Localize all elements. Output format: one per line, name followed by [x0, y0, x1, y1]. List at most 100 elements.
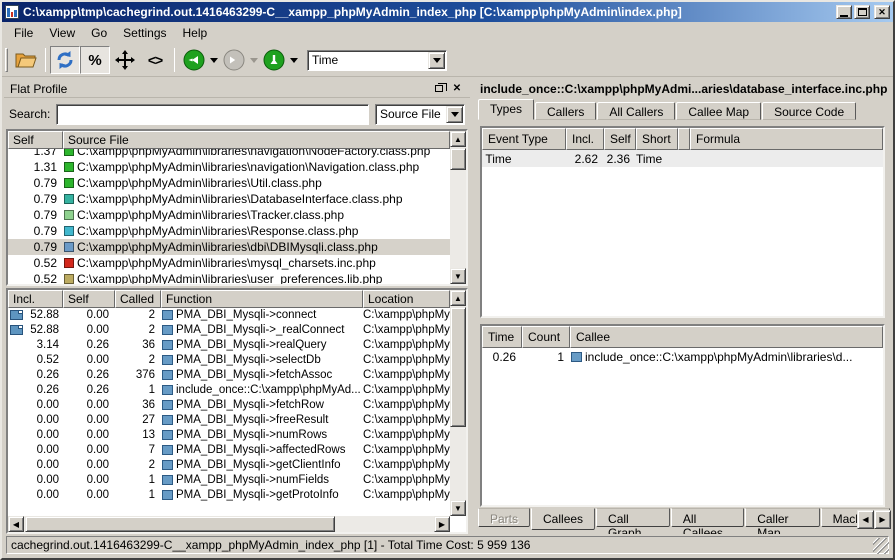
- callee-row[interactable]: 0.261include_once::C:\xampp\phpMyAdmin\l…: [482, 348, 883, 365]
- title-bar[interactable]: C:\xampp\tmp\cachegrind.out.1416463299-C…: [2, 2, 893, 22]
- dock-float-button[interactable]: [432, 82, 446, 95]
- tab-callers[interactable]: Callers: [535, 102, 596, 120]
- combo-dropdown-button[interactable]: [446, 106, 463, 123]
- tab-source-code[interactable]: Source Code: [762, 102, 856, 120]
- source-file-row[interactable]: 0.52C:\xampp\phpMyAdmin\libraries\mysql_…: [8, 255, 450, 271]
- column-header-location[interactable]: Location: [363, 290, 450, 308]
- column-header-function[interactable]: Function: [161, 290, 363, 308]
- source-file-row[interactable]: 1.31C:\xampp\phpMyAdmin\libraries\naviga…: [8, 159, 450, 175]
- back-button[interactable]: [179, 46, 209, 74]
- dock-layout-button[interactable]: [110, 46, 140, 74]
- menu-item-view[interactable]: View: [41, 24, 83, 42]
- tab-types[interactable]: Types: [478, 99, 534, 120]
- grouping-combobox[interactable]: Source File: [375, 104, 465, 125]
- column-header-incl[interactable]: Incl.: [566, 128, 604, 150]
- source-file-row[interactable]: 0.79C:\xampp\phpMyAdmin\libraries\Respon…: [8, 223, 450, 239]
- search-input[interactable]: [56, 104, 369, 125]
- maximize-button[interactable]: [854, 5, 870, 19]
- function-vscrollbar[interactable]: ▲ ▼: [450, 290, 466, 516]
- source-file-row[interactable]: 0.79C:\xampp\phpMyAdmin\libraries\Tracke…: [8, 207, 450, 223]
- function-row[interactable]: 0.520.002PMA_DBI_Mysqli->selectDbC:\xamp…: [8, 352, 450, 367]
- menu-item-help[interactable]: Help: [175, 24, 216, 42]
- dock-close-button[interactable]: ✕: [450, 82, 464, 95]
- menu-item-settings[interactable]: Settings: [115, 24, 174, 42]
- menu-item-file[interactable]: File: [6, 24, 41, 42]
- tab-callee-map[interactable]: Callee Map: [676, 102, 761, 120]
- up-dropdown[interactable]: [289, 46, 299, 74]
- minimize-button[interactable]: [836, 5, 852, 19]
- function-row[interactable]: 52.880.002PMA_DBI_Mysqli->connectC:\xamp…: [8, 307, 450, 322]
- source-file-row[interactable]: 0.79C:\xampp\phpMyAdmin\libraries\Databa…: [8, 191, 450, 207]
- column-header-count[interactable]: Count: [522, 326, 570, 348]
- column-header-callee[interactable]: Callee: [570, 326, 883, 348]
- function-row[interactable]: 0.000.007PMA_DBI_Mysqli->affectedRowsC:\…: [8, 442, 450, 457]
- cycle-detection-button[interactable]: <>: [140, 46, 170, 74]
- back-dropdown[interactable]: [209, 46, 219, 74]
- tab-call-graph[interactable]: Call Graph: [596, 508, 670, 527]
- tab-all-callees[interactable]: All Callees: [671, 508, 744, 527]
- function-icon: [571, 352, 582, 362]
- source-file-row[interactable]: 0.79C:\xampp\phpMyAdmin\libraries\Util.c…: [8, 175, 450, 191]
- reload-button[interactable]: [50, 46, 80, 74]
- tab-scroll-right-button[interactable]: ▶: [874, 510, 891, 529]
- percent-toggle-button[interactable]: %: [80, 46, 110, 74]
- column-header-source-file[interactable]: Source File: [63, 131, 450, 149]
- called-count: 13: [115, 429, 161, 441]
- function-row[interactable]: 0.000.0013PMA_DBI_Mysqli->numRowsC:\xamp…: [8, 427, 450, 442]
- scroll-right-button[interactable]: ▶: [434, 516, 450, 532]
- function-name: PMA_DBI_Mysqli->selectDb: [176, 354, 321, 366]
- toolbar-handle[interactable]: [5, 48, 8, 72]
- source-file-row[interactable]: 0.52C:\xampp\phpMyAdmin\libraries\user_p…: [8, 271, 450, 284]
- up-button[interactable]: [259, 46, 289, 74]
- scroll-up-button[interactable]: ▲: [450, 290, 466, 306]
- tab-parts[interactable]: Parts: [478, 508, 530, 527]
- column-header-self[interactable]: Self: [8, 131, 63, 149]
- flat-profile-dock-titlebar[interactable]: Flat Profile ✕: [4, 80, 470, 98]
- column-header-self[interactable]: Self: [604, 128, 636, 150]
- column-header-incl[interactable]: Incl.: [8, 290, 63, 308]
- column-header-short[interactable]: Short: [636, 128, 678, 150]
- function-row[interactable]: 0.000.001PMA_DBI_Mysqli->numFieldsC:\xam…: [8, 472, 450, 487]
- self-cost: 0.00: [63, 399, 115, 411]
- function-hscrollbar[interactable]: ◀ ▶: [8, 516, 450, 532]
- tab-scroll-left-button[interactable]: ◀: [857, 510, 874, 529]
- function-row[interactable]: 0.000.0027PMA_DBI_Mysqli->freeResultC:\x…: [8, 412, 450, 427]
- callees-rows: 0.261include_once::C:\xampp\phpMyAdmin\l…: [482, 348, 883, 365]
- function-row[interactable]: 52.880.002PMA_DBI_Mysqli->_realConnectC:…: [8, 322, 450, 337]
- scroll-down-button[interactable]: ▼: [450, 500, 466, 516]
- column-header-self[interactable]: Self: [63, 290, 115, 308]
- column-header-time[interactable]: Time: [482, 326, 522, 348]
- function-row[interactable]: 3.140.2636PMA_DBI_Mysqli->realQueryC:\xa…: [8, 337, 450, 352]
- function-row[interactable]: 0.000.0036PMA_DBI_Mysqli->fetchRowC:\xam…: [8, 397, 450, 412]
- combo-dropdown-button[interactable]: [428, 52, 445, 69]
- function-row[interactable]: 0.000.002PMA_DBI_Mysqli->getClientInfoC:…: [8, 457, 450, 472]
- column-header-formula[interactable]: Formula: [690, 128, 883, 150]
- scrollbar-thumb[interactable]: [450, 148, 466, 170]
- scrollbar-thumb[interactable]: [25, 516, 335, 532]
- resize-grip[interactable]: [873, 538, 889, 554]
- scroll-left-button[interactable]: ◀: [8, 516, 24, 532]
- incl-cost: 0.00: [8, 489, 63, 501]
- column-header-event-type[interactable]: Event Type: [482, 128, 566, 150]
- function-row[interactable]: 0.000.001PMA_DBI_Mysqli->getProtoInfoC:\…: [8, 487, 450, 502]
- close-button[interactable]: ✕: [874, 5, 890, 19]
- event-type-combobox[interactable]: Time: [307, 50, 447, 71]
- function-row[interactable]: 0.260.26376PMA_DBI_Mysqli->fetchAssocC:\…: [8, 367, 450, 382]
- column-header-spacer[interactable]: [678, 128, 690, 150]
- open-file-button[interactable]: [11, 46, 41, 74]
- forward-dropdown[interactable]: [249, 46, 259, 74]
- scroll-down-button[interactable]: ▼: [450, 268, 466, 284]
- forward-button[interactable]: [219, 46, 249, 74]
- scrollbar-thumb[interactable]: [450, 307, 466, 427]
- tab-callees[interactable]: Callees: [531, 508, 595, 530]
- column-header-called[interactable]: Called: [115, 290, 161, 308]
- tab-all-callers[interactable]: All Callers: [597, 102, 675, 120]
- scroll-up-button[interactable]: ▲: [450, 131, 466, 147]
- function-row[interactable]: 0.260.261include_once::C:\xampp\phpMyAd.…: [8, 382, 450, 397]
- file-path: C:\xampp\phpMyAdmin\libraries\Tracker.cl…: [77, 208, 450, 222]
- event-type-row[interactable]: Time2.622.36Time: [482, 150, 883, 167]
- file-list-vscrollbar[interactable]: ▲ ▼: [450, 131, 466, 284]
- tab-caller-map[interactable]: Caller Map: [745, 508, 819, 527]
- source-file-row[interactable]: 0.79C:\xampp\phpMyAdmin\libraries\dbi\DB…: [8, 239, 450, 255]
- menu-item-go[interactable]: Go: [83, 24, 115, 42]
